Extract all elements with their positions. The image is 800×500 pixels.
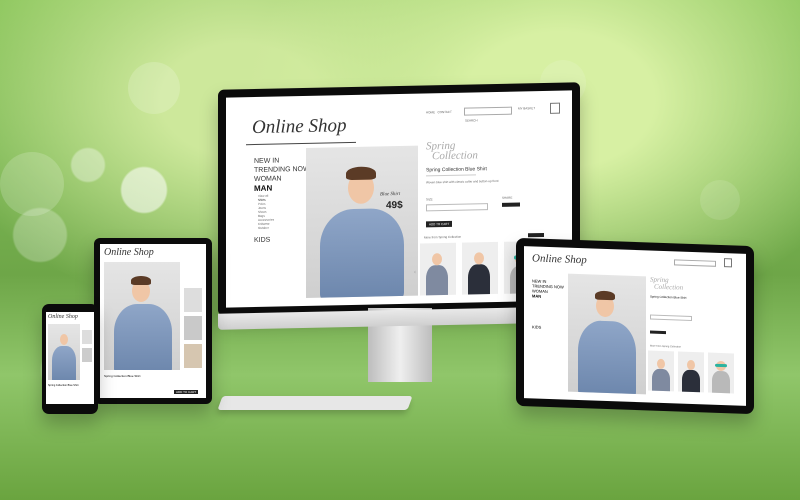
add-to-cart-button[interactable]: ADD TO CART — [426, 220, 453, 228]
site-logo: Online Shop — [48, 314, 78, 320]
product-description: Woven blue shirt with classic collar and… — [426, 178, 499, 185]
product-name: Spring Collection Blue Shirt — [104, 374, 141, 378]
nav-contact-link[interactable]: CONTACT — [438, 110, 452, 114]
thumbnail-1[interactable] — [82, 330, 92, 344]
nav-home-link[interactable]: HOME — [426, 110, 435, 114]
product-photo: Blue Shirt 49$ — [306, 145, 418, 298]
product-photo — [48, 324, 80, 380]
side-menu: NEW IN TRENDING NOW WOMAN MAN KIDS — [532, 278, 564, 330]
product-photo — [104, 262, 180, 370]
site-logo: Online Shop — [532, 252, 587, 267]
tablet-right: Online Shop NEW IN TRENDING NOW WOMAN MA… — [516, 237, 754, 415]
site-logo: Online Shop — [104, 247, 154, 258]
view-more-button[interactable] — [528, 232, 544, 238]
thumbnail-3[interactable] — [708, 352, 734, 394]
share-label: SHARE — [502, 195, 513, 200]
basket-icon[interactable] — [724, 258, 732, 268]
carousel-prev-icon[interactable]: ‹ — [414, 270, 416, 276]
size-label: SIZE — [426, 197, 433, 202]
basket-icon[interactable] — [550, 102, 560, 114]
price-label: Blue Shirt — [380, 191, 401, 198]
phone: Online Shop Spring Collection Blue Shirt — [42, 304, 98, 414]
search-input[interactable] — [674, 259, 716, 267]
thumbnail-2[interactable] — [462, 241, 498, 295]
thumbnail-1[interactable] — [648, 350, 674, 392]
site-logo: Online Shop — [252, 115, 347, 139]
more-from-label: More from Spring Collection — [424, 234, 462, 240]
menu-trending[interactable]: TRENDING NOW — [254, 165, 310, 175]
tablet-left-screen: Online Shop Spring Collection Blue Shirt… — [100, 244, 206, 398]
add-to-cart-button[interactable]: ADD TO CART — [174, 390, 199, 394]
product-photo — [568, 273, 646, 395]
thumbnail-2[interactable] — [82, 348, 92, 362]
thumbnail-1[interactable] — [184, 288, 202, 312]
product-name: Spring Collection Blue Shirt — [48, 384, 79, 387]
add-to-cart-button[interactable] — [650, 330, 666, 335]
product-name: Spring Collection Blue Shirt — [650, 294, 687, 300]
thumbnail-2[interactable] — [678, 351, 704, 393]
product-name: Spring Collection Blue Shirt — [426, 166, 487, 174]
size-select[interactable] — [650, 314, 692, 321]
tablet-right-screen: Online Shop NEW IN TRENDING NOW WOMAN MA… — [524, 246, 746, 406]
thumbnail-2[interactable] — [184, 316, 202, 340]
price-value: 49$ — [386, 199, 403, 212]
menu-kids[interactable]: KIDS — [254, 235, 310, 245]
collection-heading: Spring Collection — [650, 275, 684, 292]
thumbnail-3[interactable] — [184, 344, 202, 368]
keyboard — [217, 396, 413, 410]
more-from-label: More from Spring Collection — [650, 344, 681, 349]
size-select[interactable] — [426, 203, 488, 212]
collection-heading: Spring Collection — [426, 139, 478, 163]
tablet-left: Online Shop Spring Collection Blue Shirt… — [94, 238, 212, 404]
side-menu: NEW IN TRENDING NOW WOMAN MAN View all S… — [254, 156, 310, 245]
share-button[interactable] — [502, 202, 520, 207]
thumbnail-1[interactable] — [420, 242, 456, 296]
search-input[interactable]: SEARCH — [464, 106, 512, 123]
top-nav: HOME CONTACT — [426, 110, 452, 115]
submenu-outdoor[interactable]: Outdoor — [258, 225, 310, 230]
phone-screen: Online Shop Spring Collection Blue Shirt — [46, 312, 94, 404]
menu-kids[interactable]: KIDS — [532, 324, 564, 330]
cart-link[interactable]: MY BASKET — [518, 106, 535, 110]
